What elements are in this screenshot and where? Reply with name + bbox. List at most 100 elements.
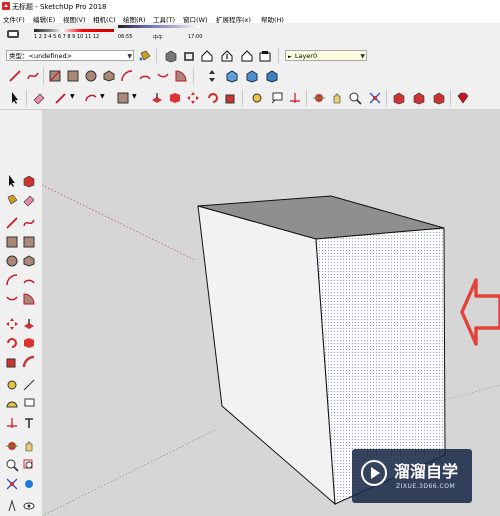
watermark-badge: 溜溜自学 ZIXUE.3D66.COM <box>352 449 472 503</box>
rotated-rectangle-icon[interactable] <box>66 69 80 83</box>
arc-draw-icon[interactable] <box>84 91 98 105</box>
play-logo-icon <box>361 460 387 486</box>
shadow-toggle-icon[interactable] <box>6 27 22 41</box>
freehand-tool-icon[interactable] <box>22 216 36 230</box>
freehand-tool-icon[interactable] <box>26 69 40 83</box>
previous-view-icon[interactable] <box>22 477 36 491</box>
layer-toolbar: 类型：<undefined> ▼ ► Layer0 ▼ <box>0 45 500 65</box>
large-tool-set <box>0 110 43 516</box>
follow-me-icon[interactable] <box>168 91 182 105</box>
zoom-icon[interactable] <box>348 91 362 105</box>
pointer-arrow <box>460 278 500 346</box>
3d-warehouse-icon[interactable] <box>392 91 406 105</box>
shared-model-icon[interactable] <box>182 49 196 63</box>
paint-bucket-tool-icon[interactable] <box>5 193 19 207</box>
push-pull-icon[interactable] <box>150 91 164 105</box>
polygon-tool-icon[interactable] <box>22 254 36 268</box>
arc-tool-icon[interactable] <box>5 273 19 287</box>
iso-view-icon[interactable] <box>265 69 279 83</box>
watermark-brand: 溜溜自学 <box>394 462 459 481</box>
line-tool-icon[interactable] <box>8 69 22 83</box>
3d-text-tool-icon[interactable] <box>22 416 36 430</box>
active-layer-icon: ► <box>288 54 292 60</box>
right-view-icon[interactable] <box>245 69 259 83</box>
chevron-down-icon[interactable]: ▼ <box>132 93 137 100</box>
red-axis-line <box>42 184 196 261</box>
text-tool-icon[interactable] <box>270 91 284 105</box>
month-labels: 1 2 3 4 5 6 7 8 9 10 11 12 <box>34 34 100 40</box>
move-tool-icon[interactable] <box>5 317 19 331</box>
paint-bucket-icon[interactable] <box>138 49 152 63</box>
ruby-console-icon[interactable] <box>456 91 470 105</box>
pan-tool-icon[interactable] <box>22 439 36 453</box>
month-slider[interactable] <box>34 29 114 32</box>
select-arrow-icon[interactable] <box>8 91 22 105</box>
offset-tool-icon[interactable] <box>22 355 36 369</box>
orbit-icon[interactable] <box>205 69 219 83</box>
follow-me-tool-icon[interactable] <box>22 336 36 350</box>
two-point-arc-icon[interactable] <box>22 273 36 287</box>
axes-tool-icon[interactable] <box>5 416 19 430</box>
warehouse-home-icon[interactable] <box>200 49 214 63</box>
tag-value: <undefined> <box>28 52 73 60</box>
orbit-tool-icon[interactable] <box>5 439 19 453</box>
pie-tool-icon[interactable] <box>174 69 188 83</box>
orbit-tool-icon[interactable] <box>312 91 326 105</box>
tape-measure-icon[interactable] <box>250 91 264 105</box>
rectangle-tool-icon[interactable] <box>48 69 62 83</box>
push-pull-tool-icon[interactable] <box>22 317 36 331</box>
pan-hand-icon[interactable] <box>330 91 344 105</box>
look-around-icon[interactable] <box>22 499 36 513</box>
circle-tool-icon[interactable] <box>84 69 98 83</box>
dimension-tool-icon[interactable] <box>22 378 36 392</box>
position-camera-icon[interactable] <box>5 499 19 513</box>
three-point-arc-icon[interactable] <box>156 69 170 83</box>
time-slider[interactable] <box>118 25 200 28</box>
house-icon[interactable] <box>240 49 254 63</box>
zoom-tool-icon[interactable] <box>5 458 19 472</box>
protractor-tool-icon[interactable] <box>5 397 19 411</box>
move-icon[interactable] <box>186 91 200 105</box>
layer-dropdown[interactable]: ► Layer0 ▼ <box>285 50 367 61</box>
share-component-icon[interactable] <box>412 91 426 105</box>
components-icon[interactable] <box>164 49 178 63</box>
polygon-tool-icon[interactable] <box>102 69 116 83</box>
rotate-icon[interactable] <box>206 91 220 105</box>
scale-tool-icon[interactable] <box>5 355 19 369</box>
eraser-icon[interactable] <box>32 91 46 105</box>
zoom-window-icon[interactable] <box>22 458 36 472</box>
upload-model-icon[interactable] <box>220 49 234 63</box>
chevron-down-icon[interactable]: ▼ <box>100 93 105 100</box>
line-tool-icon[interactable] <box>5 216 19 230</box>
extension-warehouse-icon[interactable] <box>258 49 272 63</box>
green-axis-line <box>42 429 216 516</box>
rectangle-tool-icon[interactable] <box>5 235 19 249</box>
axes-icon[interactable] <box>288 91 302 105</box>
arc-tool-icon[interactable] <box>120 69 134 83</box>
text-tool-icon[interactable] <box>22 397 36 411</box>
tag-dropdown[interactable]: 类型：<undefined> ▼ <box>6 50 134 61</box>
title-bar: 无标题 - SketchUp Pro 2018 <box>0 0 500 12</box>
pie-tool-icon[interactable] <box>22 292 36 306</box>
two-point-arc-icon[interactable] <box>138 69 152 83</box>
extension-store-icon[interactable] <box>432 91 446 105</box>
zoom-extents-tool-icon[interactable] <box>5 477 19 491</box>
make-component-icon[interactable] <box>22 174 36 188</box>
scale-icon[interactable] <box>224 91 238 105</box>
chevron-down-icon[interactable]: ▼ <box>70 93 75 100</box>
shape-rectangle-icon[interactable] <box>116 91 130 105</box>
principal-toolbar: ▼ ▼ ▼ <box>0 87 500 110</box>
circle-tool-icon[interactable] <box>5 254 19 268</box>
rotated-rectangle-icon[interactable] <box>22 235 36 249</box>
pencil-icon[interactable] <box>54 91 68 105</box>
tape-measure-tool-icon[interactable] <box>5 378 19 392</box>
model-viewport[interactable]: 溜溜自学 ZIXUE.3D66.COM <box>42 110 500 516</box>
front-view-icon[interactable] <box>225 69 239 83</box>
zoom-extents-icon[interactable] <box>368 91 382 105</box>
rotate-tool-icon[interactable] <box>5 336 19 350</box>
chevron-down-icon: ▼ <box>360 53 365 60</box>
select-tool-icon[interactable] <box>5 174 19 188</box>
three-point-arc-icon[interactable] <box>5 292 19 306</box>
box-front-face <box>197 205 336 506</box>
eraser-tool-icon[interactable] <box>22 193 36 207</box>
